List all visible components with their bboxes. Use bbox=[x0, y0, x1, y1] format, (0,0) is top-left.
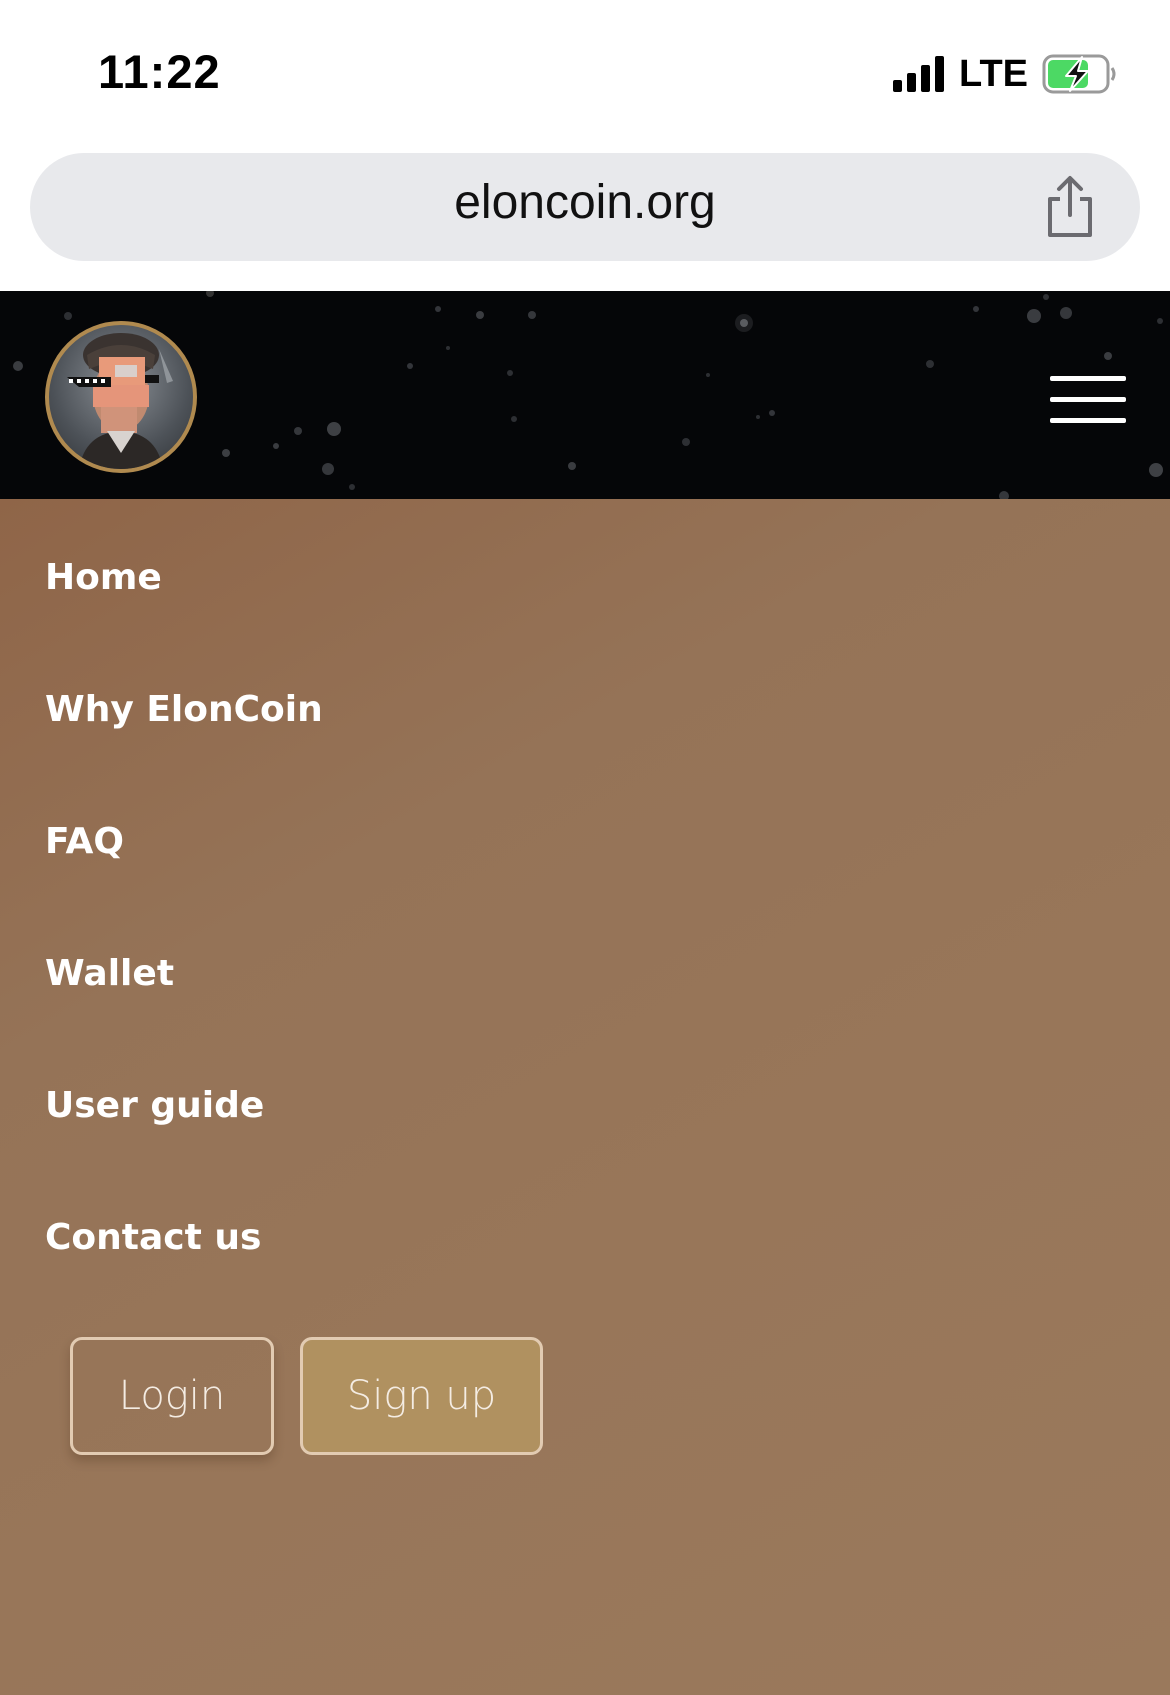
status-indicators: LTE bbox=[893, 52, 1118, 96]
nav-item-contact-us[interactable]: Contact us bbox=[45, 1217, 261, 1258]
nav-item-why-eloncoin[interactable]: Why ElonCoin bbox=[45, 689, 323, 730]
nav-item-home[interactable]: Home bbox=[45, 557, 162, 598]
battery-charging-icon bbox=[1042, 54, 1116, 94]
navigation-menu: Home Why ElonCoin FAQ Wallet User guide … bbox=[0, 499, 1170, 1695]
eloncoin-logo bbox=[67, 333, 173, 469]
nav-item-user-guide[interactable]: User guide bbox=[45, 1085, 264, 1126]
site-logo[interactable] bbox=[45, 321, 197, 473]
share-icon[interactable] bbox=[1042, 175, 1098, 239]
url-text[interactable]: eloncoin.org bbox=[30, 175, 1140, 230]
hamburger-menu-icon[interactable] bbox=[1050, 376, 1126, 424]
cellular-signal-icon bbox=[893, 56, 945, 92]
nav-item-faq[interactable]: FAQ bbox=[45, 821, 124, 862]
signup-button[interactable]: Sign up bbox=[300, 1337, 543, 1455]
status-time: 11:22 bbox=[98, 45, 221, 98]
login-button[interactable]: Login bbox=[70, 1337, 274, 1455]
site-header bbox=[0, 291, 1170, 499]
status-bar: 11:22 LTE bbox=[0, 0, 1170, 140]
network-type: LTE bbox=[959, 52, 1028, 95]
address-bar[interactable]: eloncoin.org bbox=[30, 153, 1140, 261]
nav-item-wallet[interactable]: Wallet bbox=[45, 953, 174, 994]
